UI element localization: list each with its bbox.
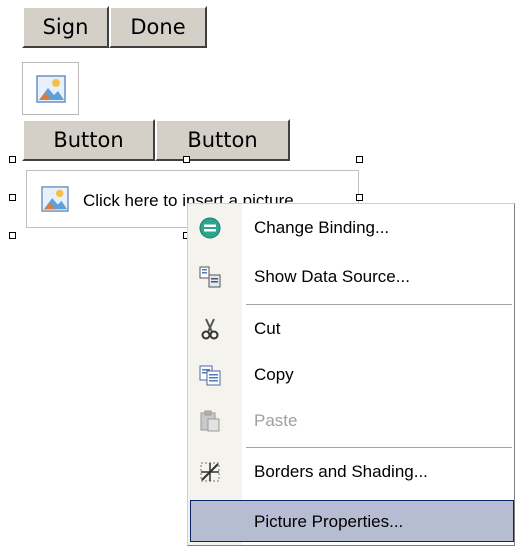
resize-handle[interactable]	[9, 194, 16, 201]
scissors-icon	[201, 318, 219, 340]
paste-icon	[200, 410, 220, 432]
picture-icon	[36, 75, 66, 103]
menu-item-label: Picture Properties...	[254, 512, 404, 531]
menu-item-paste: Paste	[188, 400, 514, 442]
resize-handle[interactable]	[356, 156, 363, 163]
menu-item-borders-shading[interactable]: Borders and Shading...	[188, 451, 514, 493]
borders-icon	[200, 462, 220, 482]
picture-placeholder[interactable]	[22, 62, 79, 115]
menu-item-label: Paste	[254, 411, 298, 430]
context-menu: Change Binding... Show Data Source... Cu…	[187, 203, 515, 546]
menu-separator	[246, 304, 512, 305]
data-source-icon	[199, 266, 221, 288]
sign-button[interactable]: Sign	[22, 6, 109, 48]
menu-item-cut[interactable]: Cut	[188, 308, 514, 350]
menu-separator	[246, 447, 512, 448]
menu-item-label: Show Data Source...	[254, 267, 410, 286]
change-binding-icon	[199, 217, 221, 239]
menu-item-label: Cut	[254, 319, 281, 338]
menu-item-label: Change Binding...	[254, 218, 390, 237]
menu-item-change-binding[interactable]: Change Binding...	[188, 207, 514, 249]
copy-icon	[199, 365, 221, 386]
button-1[interactable]: Button	[22, 119, 155, 161]
menu-item-show-data-source[interactable]: Show Data Source...	[188, 256, 514, 298]
resize-handle[interactable]	[9, 156, 16, 163]
done-button[interactable]: Done	[109, 6, 207, 48]
button-2[interactable]: Button	[155, 119, 290, 161]
picture-icon	[41, 186, 69, 212]
menu-item-label: Borders and Shading...	[254, 462, 428, 481]
menu-item-copy[interactable]: Copy	[188, 354, 514, 396]
menu-item-picture-properties[interactable]: Picture Properties...	[190, 500, 514, 542]
resize-handle[interactable]	[183, 156, 190, 163]
menu-item-label: Copy	[254, 365, 294, 384]
resize-handle[interactable]	[356, 194, 363, 201]
resize-handle[interactable]	[9, 232, 16, 239]
